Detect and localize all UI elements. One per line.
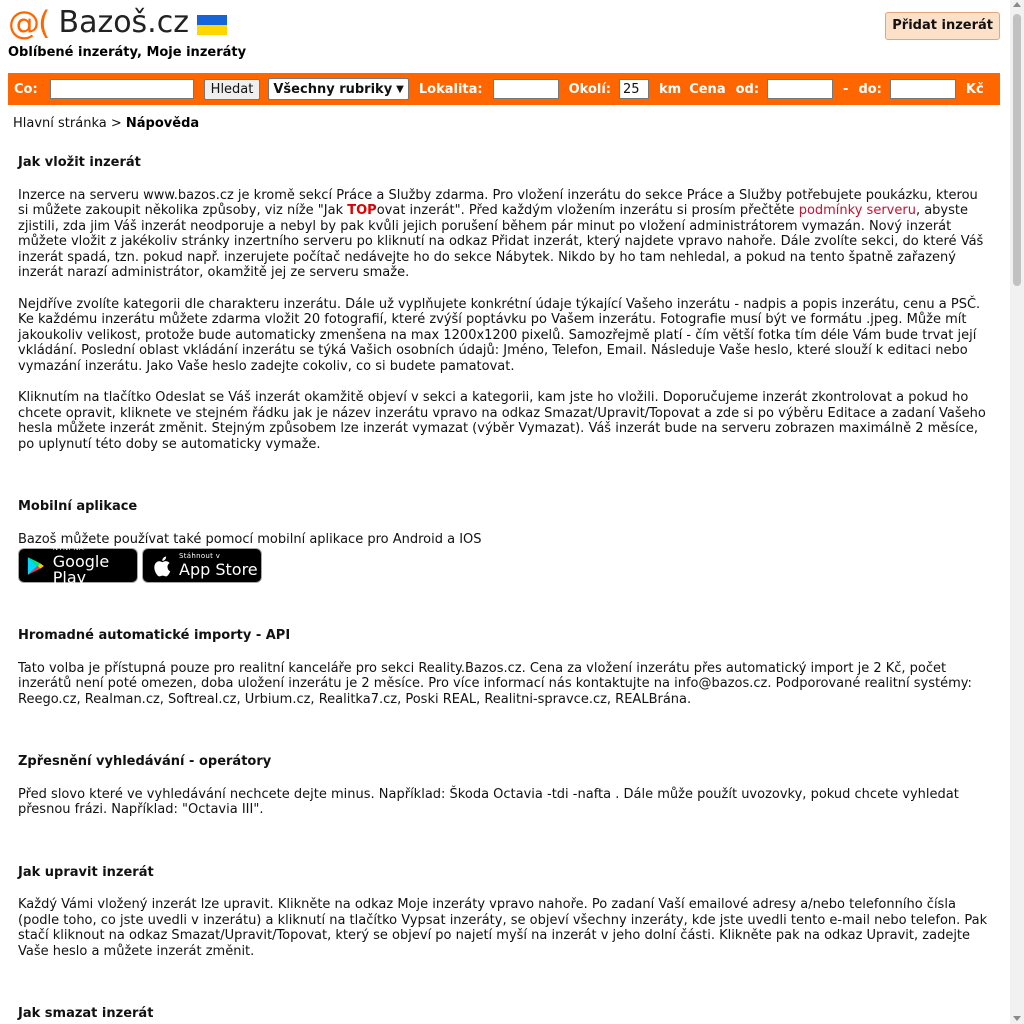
section-title-insert: Jak vložit inzerát [18,155,141,170]
price-to-input[interactable] [889,79,956,99]
scroll-down-icon[interactable] [1013,1016,1021,1021]
app-store-small-text: Stáhnout v [179,552,221,560]
price-dash: - [843,81,849,97]
insert-paragraph-3: Kliknutím na tlačítko Odeslat se Váš inz… [18,390,986,452]
page-scrollbar[interactable] [1010,0,1024,1024]
my-ads-link[interactable]: Moje inzeráty [146,45,246,60]
locality-label: Lokalita: [418,81,483,97]
app-store-big-text: App Store [179,560,258,579]
search-button[interactable]: Hledat [203,78,261,100]
edit-text: Každý Vámi vložený inzerát lze upravit. … [18,897,988,959]
section-title-edit: Jak upravit inzerát [18,864,154,880]
google-play-badge[interactable]: NYNÍ NA Google Play [18,544,138,587]
section-title-mobile: Mobilní aplikace [18,499,138,514]
favorites-link[interactable]: Oblíbené inzeráty [8,45,137,60]
price-label: Cena [689,81,726,97]
breadcrumb: Hlavní stránka > Nápověda [13,116,199,131]
apple-icon [154,556,171,576]
radius-input[interactable] [619,79,649,99]
price-to-label: do: [858,81,882,97]
ukraine-flag-icon [196,15,227,35]
links-separator: , [136,45,142,60]
site-logo[interactable]: @( Bazoš.cz [8,4,227,42]
breadcrumb-separator: > [110,116,122,131]
help-content: Jak vložit inzerát Inzerce na serveru ww… [18,155,988,1022]
top-highlight: TOP [347,203,377,218]
api-text: Tato volba je přístupná pouze pro realit… [18,660,972,707]
search-bar: Co: Hledat Všechny rubriky ▼ Lokalita: O… [8,73,1000,105]
co-label: Co: [14,81,38,97]
mobile-text: Bazoš můžete používat také pomocí mobiln… [18,531,482,547]
terms-link[interactable]: podmínky serveru [799,203,916,218]
google-play-big-text: Google Play [52,552,110,587]
section-title-delete: Jak smazat inzerát [18,1006,154,1021]
price-from-label: od: [735,81,760,97]
insert-paragraph-1: Inzerce na serveru www.bazos.cz je kromě… [18,188,988,281]
radius-label: Okolí: [568,81,611,97]
currency-label: Kč [965,81,984,97]
category-selected: Všechny rubriky [273,81,393,97]
section-title-api: Hromadné automatické importy - API [18,628,291,643]
section-title-operators: Zpřesnění vyhledávání - operátory [18,754,272,769]
radius-unit: km [659,81,682,97]
google-play-small-text: NYNÍ NA [52,544,84,552]
select-caret-icon: ▼ [396,83,404,95]
user-links: Oblíbené inzeráty, Moje inzeráty [8,45,246,60]
breadcrumb-home[interactable]: Hlavní stránka [13,116,107,131]
app-store-badge[interactable]: Stáhnout v App Store [142,548,262,583]
breadcrumb-current: Nápověda [125,116,200,131]
search-input[interactable] [49,79,194,99]
scroll-thumb[interactable] [1013,14,1021,286]
google-play-icon [27,556,44,575]
category-select[interactable]: Všechny rubriky ▼ [268,78,409,100]
add-ad-button[interactable]: Přidat inzerát [885,12,1000,40]
locality-input[interactable] [492,79,559,99]
logo-text: Bazoš.cz [58,5,189,40]
insert-paragraph-2: Nejdříve zvolíte kategorii dle charakter… [18,296,981,374]
price-from-input[interactable] [767,79,834,99]
insert-p1-text-b: ovat inzerát". Před každým vložením inze… [376,203,799,218]
store-badges: NYNÍ NA Google Play Stáhnout v App Store [18,544,988,587]
operators-text: Před slovo které ve vyhledávání nechcete… [18,786,959,818]
logo-at-sign: @( [8,4,51,42]
scroll-up-icon[interactable] [1013,2,1021,7]
